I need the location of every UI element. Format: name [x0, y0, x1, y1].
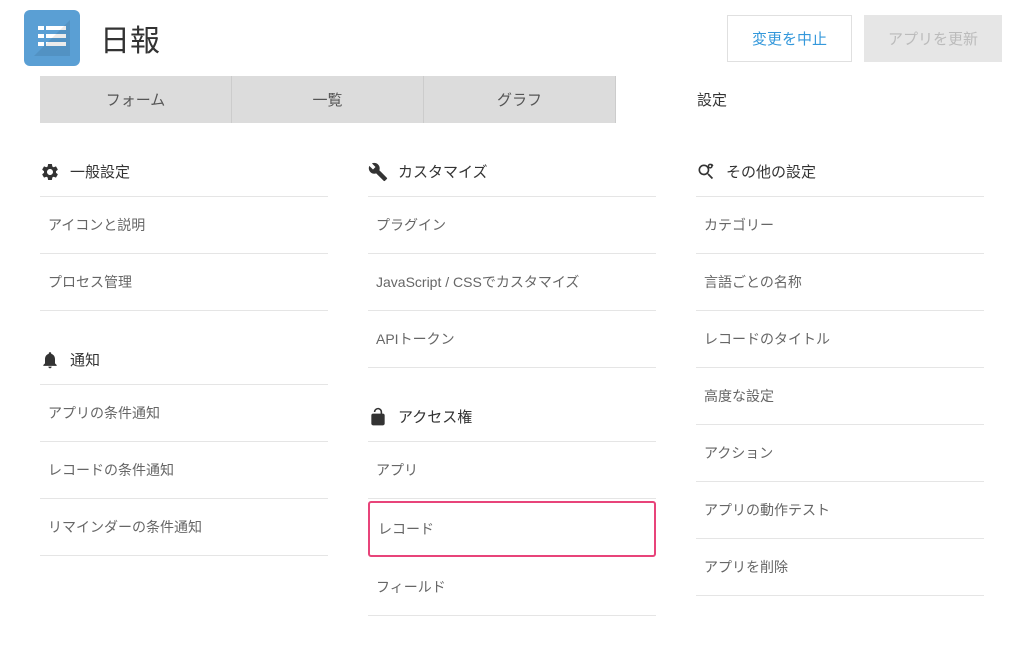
- item-process-mgmt[interactable]: プロセス管理: [40, 254, 328, 311]
- item-jscss[interactable]: JavaScript / CSSでカスタマイズ: [368, 254, 656, 311]
- column-1: 一般設定 アイコンと説明 プロセス管理 通知 アプリの条件通知 レコードの条件通…: [40, 153, 328, 646]
- report-icon: [34, 20, 70, 56]
- item-app-notify[interactable]: アプリの条件通知: [40, 385, 328, 442]
- app-title: 日報: [100, 16, 160, 60]
- section-customize: カスタマイズ プラグイン JavaScript / CSSでカスタマイズ API…: [368, 153, 656, 368]
- header-left: 日報: [24, 10, 160, 66]
- tabs: フォーム 一覧 グラフ 設定: [40, 76, 1024, 123]
- tab-settings[interactable]: 設定: [616, 76, 808, 123]
- item-category[interactable]: カテゴリー: [696, 197, 984, 254]
- bell-icon: [40, 350, 60, 370]
- section-title: 一般設定: [70, 161, 130, 182]
- section-header-notifications: 通知: [40, 341, 328, 385]
- section-title: 通知: [70, 349, 100, 370]
- section-general: 一般設定 アイコンと説明 プロセス管理: [40, 153, 328, 311]
- lock-icon: [368, 407, 388, 427]
- section-header-general: 一般設定: [40, 153, 328, 197]
- item-lang-names[interactable]: 言語ごとの名称: [696, 254, 984, 311]
- wrench-icon: [368, 162, 388, 182]
- app-icon: [24, 10, 80, 66]
- item-record-notify[interactable]: レコードの条件通知: [40, 442, 328, 499]
- item-access-field[interactable]: フィールド: [368, 559, 656, 616]
- tabs-container: フォーム 一覧 グラフ 設定: [0, 76, 1024, 123]
- section-title: アクセス権: [398, 406, 472, 427]
- item-delete-app[interactable]: アプリを削除: [696, 539, 984, 596]
- section-access: アクセス権 アプリ レコード フィールド: [368, 398, 656, 616]
- item-api-token[interactable]: APIトークン: [368, 311, 656, 368]
- item-record-title[interactable]: レコードのタイトル: [696, 311, 984, 368]
- item-app-test[interactable]: アプリの動作テスト: [696, 482, 984, 539]
- item-reminder-notify[interactable]: リマインダーの条件通知: [40, 499, 328, 556]
- tab-form[interactable]: フォーム: [40, 76, 232, 123]
- update-button[interactable]: アプリを更新: [864, 15, 1002, 62]
- header: 日報 変更を中止 アプリを更新: [0, 0, 1024, 76]
- section-header-other: その他の設定: [696, 153, 984, 197]
- item-advanced[interactable]: 高度な設定: [696, 368, 984, 425]
- section-title: カスタマイズ: [398, 161, 488, 182]
- settings-content: 一般設定 アイコンと説明 プロセス管理 通知 アプリの条件通知 レコードの条件通…: [0, 123, 1024, 646]
- section-title: その他の設定: [726, 161, 816, 182]
- tab-list[interactable]: 一覧: [232, 76, 424, 123]
- column-2: カスタマイズ プラグイン JavaScript / CSSでカスタマイズ API…: [368, 153, 656, 646]
- section-header-customize: カスタマイズ: [368, 153, 656, 197]
- item-action[interactable]: アクション: [696, 425, 984, 482]
- item-icon-desc[interactable]: アイコンと説明: [40, 197, 328, 254]
- item-access-app[interactable]: アプリ: [368, 442, 656, 499]
- header-actions: 変更を中止 アプリを更新: [727, 15, 1002, 62]
- misc-icon: [696, 162, 716, 182]
- item-plugin[interactable]: プラグイン: [368, 197, 656, 254]
- item-access-record[interactable]: レコード: [368, 501, 656, 557]
- tab-graph[interactable]: グラフ: [424, 76, 616, 123]
- section-header-access: アクセス権: [368, 398, 656, 442]
- section-notifications: 通知 アプリの条件通知 レコードの条件通知 リマインダーの条件通知: [40, 341, 328, 556]
- cancel-button[interactable]: 変更を中止: [727, 15, 852, 62]
- section-other: その他の設定 カテゴリー 言語ごとの名称 レコードのタイトル 高度な設定 アクシ…: [696, 153, 984, 596]
- gear-icon: [40, 162, 60, 182]
- column-3: その他の設定 カテゴリー 言語ごとの名称 レコードのタイトル 高度な設定 アクシ…: [696, 153, 984, 646]
